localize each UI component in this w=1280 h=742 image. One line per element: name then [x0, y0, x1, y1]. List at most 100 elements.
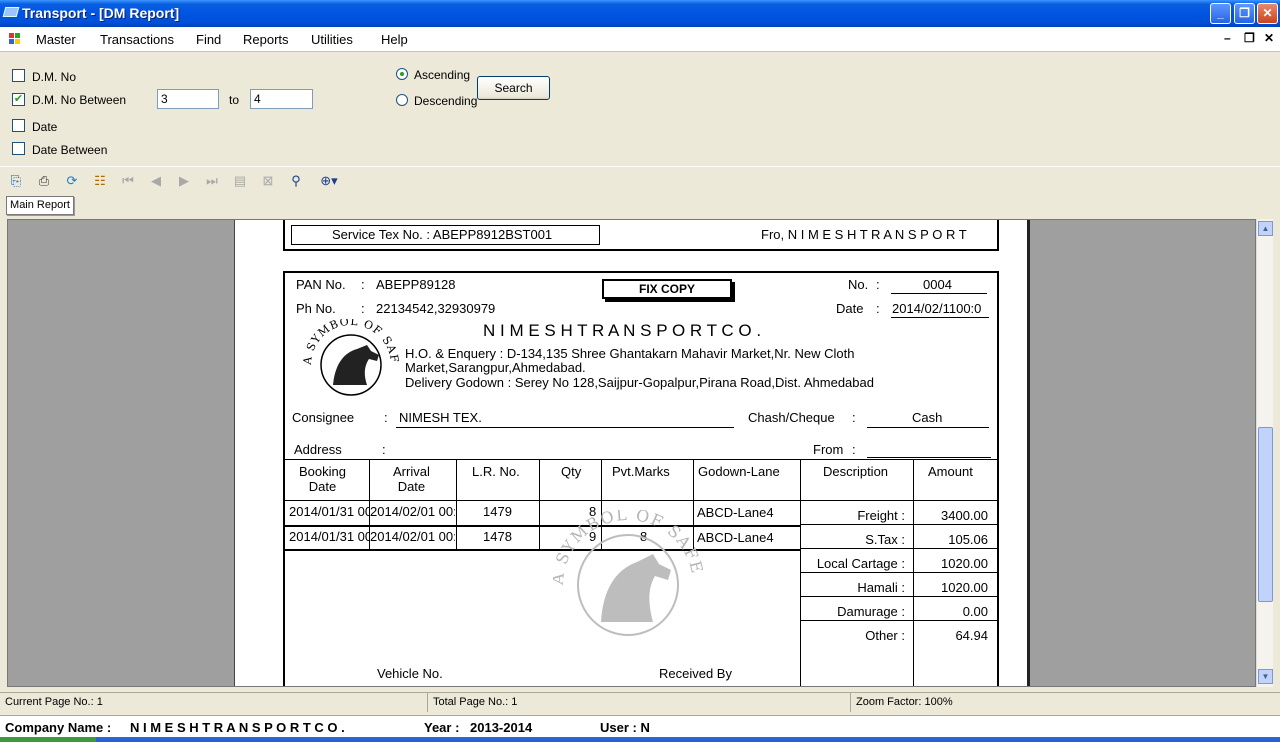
col-line-3	[539, 459, 540, 551]
row1-line	[283, 525, 800, 527]
menu-transactions[interactable]: Transactions	[100, 32, 174, 47]
ascending-radio[interactable]	[396, 68, 408, 80]
current-page-status: Current Page No.: 1	[0, 693, 428, 712]
start-button[interactable]	[0, 737, 96, 742]
header-amount: Amount	[928, 464, 973, 479]
consignee-label: Consignee	[292, 410, 355, 425]
restore-button[interactable]: ❐	[1234, 3, 1255, 24]
next-page-icon[interactable]: ▶	[176, 173, 192, 189]
pan-label: PAN No.	[296, 277, 346, 292]
child-minimize-button[interactable]: –	[1224, 31, 1231, 45]
report-viewer-toolbar: ⎘ ⎙ ⟳ ☷ ⏮ ◀ ▶ ⏭ ▤ ⊠ ⚲ ⊕▾	[0, 166, 1280, 193]
app-icon	[2, 7, 20, 17]
report-tab-strip: Main Report	[0, 193, 1280, 218]
from-label: From	[813, 442, 844, 457]
report-canvas: Service Tex No. : ABEPP8912BST001 Fro, N…	[7, 219, 1256, 687]
stop-icon[interactable]: ⊠	[260, 173, 276, 189]
descending-label: Descending	[414, 94, 478, 108]
local-cartage-amount: 1020.00	[941, 556, 988, 571]
menu-utilities[interactable]: Utilities	[311, 32, 353, 47]
charge-line-2	[800, 548, 999, 549]
find-binoculars-icon[interactable]: ⚲	[288, 173, 304, 189]
scroll-up-icon[interactable]: ▲	[1258, 221, 1273, 236]
cheque-value: Cash	[912, 410, 943, 425]
dm-no-label: D.M. No	[32, 70, 77, 84]
zoom-icon[interactable]: ⊕▾	[316, 173, 342, 189]
report-scrollbar[interactable]: ▲ ▼	[1256, 219, 1273, 687]
menu-find[interactable]: Find	[196, 32, 221, 47]
consignee-value: NIMESH TEX.	[399, 410, 482, 425]
dm-between-checkbox[interactable]: ✔	[12, 93, 25, 106]
status-bar: Current Page No.: 1 Total Page No.: 1 Zo…	[0, 692, 1280, 712]
last-page-icon[interactable]: ⏭	[204, 173, 220, 189]
dm-to-input[interactable]	[250, 89, 313, 109]
charge-line-3	[800, 572, 999, 573]
table-row: 2014/01/31 00	[289, 529, 369, 544]
row2-lr: 1478	[483, 529, 512, 544]
pan-value: ABEPP89128	[376, 277, 456, 292]
dm-between-label: D.M. No Between	[32, 93, 127, 107]
dm-no-checkbox[interactable]	[12, 69, 25, 82]
watermark-logo: A SYMBOL OF SAFE SERVICES	[553, 510, 703, 636]
header-lr-no: L.R. No.	[472, 464, 520, 479]
freight-amount: 3400.00	[941, 508, 988, 523]
row2-arrival: 2014/02/01 00:0	[370, 529, 455, 544]
no-underline	[891, 293, 987, 294]
export-icon[interactable]: ⎘	[8, 173, 24, 189]
menu-reports[interactable]: Reports	[243, 32, 289, 47]
company-name: N I M E S H T R A N S P O R T C O .	[483, 321, 762, 340]
header-pvt-marks: Pvt.Marks	[612, 464, 670, 479]
ph-colon: :	[361, 301, 365, 316]
other-amount: 64.94	[955, 628, 988, 643]
date-between-checkbox[interactable]	[12, 142, 25, 155]
menu-bar: Master Transactions Find Reports Utiliti…	[0, 27, 1280, 52]
goto-page-icon[interactable]: ▤	[232, 173, 248, 189]
scroll-thumb[interactable]	[1258, 427, 1273, 602]
close-button[interactable]: ✕	[1257, 3, 1278, 24]
refresh-icon[interactable]: ⟳	[64, 173, 80, 189]
menu-master[interactable]: Master	[36, 32, 76, 47]
tab-main-report[interactable]: Main Report	[6, 196, 74, 215]
window-title: Transport - [DM Report]	[22, 5, 180, 21]
group-tree-icon[interactable]: ☷	[92, 173, 108, 189]
scroll-down-icon[interactable]: ▼	[1258, 669, 1273, 684]
hamali-label: Hamali :	[857, 580, 905, 595]
date-colon: :	[876, 301, 880, 316]
row1-lr: 1479	[483, 504, 512, 519]
to-label: to	[229, 93, 240, 107]
row1-godown: ABCD-Lane4	[697, 505, 774, 520]
minimize-button[interactable]: _	[1210, 3, 1231, 24]
col-line-6	[800, 459, 801, 686]
table-header-line	[283, 500, 999, 501]
vehicle-label: Vehicle No.	[377, 666, 443, 681]
date-checkbox[interactable]	[12, 119, 25, 132]
charge-line-1	[800, 524, 999, 525]
consignee-underline	[396, 427, 734, 428]
search-button[interactable]: Search	[477, 76, 550, 100]
mdi-child-icon[interactable]	[9, 33, 23, 45]
zoom-status: Zoom Factor: 100%	[856, 696, 953, 708]
descending-radio[interactable]	[396, 94, 408, 106]
consignee-colon: :	[384, 410, 388, 425]
menu-help[interactable]: Help	[381, 32, 408, 47]
header-arrival-date: Arrival Date	[393, 464, 430, 494]
row2-line	[283, 549, 800, 551]
from-colon: :	[852, 442, 856, 457]
header-booking-date: Booking Date	[299, 464, 346, 494]
child-close-button[interactable]: ✕	[1264, 31, 1274, 45]
dm-from-input[interactable]	[157, 89, 219, 109]
child-restore-button[interactable]: ❐	[1244, 31, 1255, 45]
total-page-status: Total Page No.: 1	[428, 693, 851, 712]
first-page-icon[interactable]: ⏮	[120, 173, 136, 189]
horse-logo: A SYMBOL OF SAFE SERVICES	[301, 319, 400, 396]
service-tax-text: Service Tex No. : ABEPP8912BST001	[332, 227, 553, 242]
address-line-2: Market,Sarangpur,Ahmedabad.	[405, 360, 586, 375]
report-page: Service Tex No. : ABEPP8912BST001 Fro, N…	[234, 220, 1030, 686]
year-value: 2013-2014	[470, 720, 533, 735]
year-label: Year :	[424, 720, 460, 735]
address-colon: :	[382, 442, 386, 457]
date-label: Date	[836, 301, 864, 316]
print-icon[interactable]: ⎙	[36, 173, 52, 189]
previous-page-icon[interactable]: ◀	[148, 173, 164, 189]
header-qty: Qty	[561, 464, 582, 479]
